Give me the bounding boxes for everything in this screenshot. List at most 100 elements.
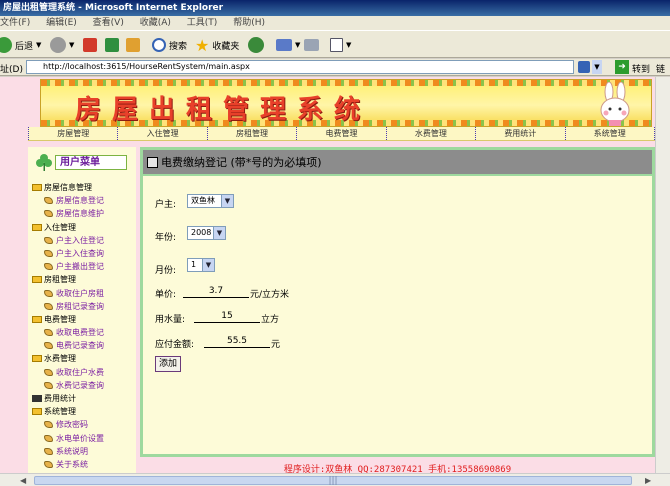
printer-icon bbox=[304, 39, 319, 51]
add-button[interactable]: 添加 bbox=[155, 356, 182, 372]
banner-title-part2: 管理系统 bbox=[223, 95, 372, 125]
address-input[interactable]: http://localhost:3615/HourseRentSystem/m… bbox=[26, 60, 574, 74]
sidebar-group[interactable]: 费用统计 bbox=[30, 392, 136, 405]
mail-icon bbox=[276, 39, 292, 51]
month-select[interactable]: 1 ▼ bbox=[187, 258, 215, 272]
usage-label: 用水量: bbox=[155, 315, 186, 325]
sidebar-item[interactable]: 户主入住查询 bbox=[30, 247, 136, 260]
sidebar-item[interactable]: 收取电费登记 bbox=[30, 326, 136, 339]
sidebar-item[interactable]: 水费记录查询 bbox=[30, 379, 136, 392]
owner-label: 户主: bbox=[155, 200, 177, 210]
sidebar-label: 关于系统 bbox=[56, 459, 88, 469]
menu-file[interactable]: 文件(F) bbox=[0, 18, 30, 28]
sidebar-group[interactable]: 系统管理 bbox=[30, 405, 136, 418]
sidebar-item[interactable]: 系统说明 bbox=[30, 445, 136, 458]
address-dropdown-button[interactable]: ▼ bbox=[592, 60, 602, 74]
address-url: http://localhost:3615/HourseRentSystem/m… bbox=[43, 62, 250, 71]
horizontal-scrollbar[interactable]: ◀ ||| ▶ bbox=[0, 473, 670, 486]
nav-house[interactable]: 房屋管理 bbox=[28, 127, 117, 140]
sidebar-item[interactable]: 房租记录查询 bbox=[30, 300, 136, 313]
sidebar-group[interactable]: 水费管理 bbox=[30, 352, 136, 365]
sidebar-item[interactable]: 关于系统 bbox=[30, 458, 136, 471]
scroll-thumb[interactable]: ||| bbox=[34, 476, 632, 486]
home-button[interactable] bbox=[126, 36, 140, 54]
sidebar-group[interactable]: 入住管理 bbox=[30, 221, 136, 234]
mail-button[interactable]: ▼ bbox=[276, 36, 300, 54]
sidebar-label: 电费管理 bbox=[44, 314, 76, 324]
sidebar-label: 房屋信息维护 bbox=[56, 209, 104, 219]
owner-select[interactable]: 双鱼林 ▼ bbox=[187, 194, 234, 208]
history-button[interactable] bbox=[248, 36, 264, 54]
link-icon bbox=[44, 460, 53, 468]
refresh-button[interactable] bbox=[105, 36, 119, 54]
nav-checkin[interactable]: 入住管理 bbox=[117, 127, 206, 140]
print-button[interactable] bbox=[304, 36, 319, 54]
banner-title: 房屋出租管理系统 bbox=[75, 89, 371, 126]
sidebar-item[interactable]: 户主搬出登记 bbox=[30, 260, 136, 273]
favorites-button[interactable]: ★ 收藏夹 bbox=[195, 36, 239, 55]
sidebar-group[interactable]: 房屋信息管理 bbox=[30, 181, 136, 194]
price-label: 单价: bbox=[155, 290, 177, 300]
edit-button[interactable]: ▼ bbox=[330, 36, 351, 54]
go-button[interactable]: 转到 bbox=[632, 62, 650, 75]
link-icon bbox=[44, 329, 53, 337]
sidebar-group[interactable]: 电费管理 bbox=[30, 313, 136, 326]
search-button[interactable]: 搜索 bbox=[152, 36, 187, 54]
nav-system[interactable]: 系统管理 bbox=[564, 127, 655, 140]
sidebar-label: 户主搬出登记 bbox=[56, 262, 104, 272]
nav-water[interactable]: 水费管理 bbox=[385, 127, 475, 140]
form-title: 电费缴纳登记 (带*号的为必填项) bbox=[161, 156, 322, 169]
vertical-scrollbar[interactable] bbox=[655, 77, 670, 473]
usage-input[interactable]: 15 bbox=[194, 310, 260, 323]
menu-help[interactable]: 帮助(H) bbox=[233, 18, 265, 28]
sidebar-label: 水费管理 bbox=[44, 354, 76, 364]
sidebar-group[interactable]: 房租管理 bbox=[30, 273, 136, 286]
word-icon bbox=[330, 38, 343, 52]
sidebar-label: 收取住户房租 bbox=[56, 288, 104, 298]
menu-tools[interactable]: 工具(T) bbox=[187, 18, 218, 28]
sidebar-label: 收取住户水费 bbox=[56, 367, 104, 377]
main-nav: 房屋管理 入住管理 房租管理 电费管理 水费管理 费用统计 系统管理 bbox=[28, 127, 655, 141]
sidebar-label: 户主入住登记 bbox=[56, 235, 104, 245]
sidebar-item[interactable]: 收取住户水费 bbox=[30, 366, 136, 379]
sidebar-item[interactable]: 修改密码 bbox=[30, 418, 136, 431]
go-arrow-icon[interactable]: ➜ bbox=[615, 60, 629, 74]
sidebar-item[interactable]: 房屋信息维护 bbox=[30, 207, 136, 220]
sidebar-item[interactable]: 房屋信息登记 bbox=[30, 194, 136, 207]
link-icon bbox=[44, 210, 53, 218]
chevron-down-icon: ▼ bbox=[202, 259, 214, 271]
forward-button[interactable]: ▼ bbox=[50, 36, 74, 54]
menu-edit[interactable]: 编辑(E) bbox=[46, 18, 77, 28]
year-select[interactable]: 2008 ▼ bbox=[187, 226, 226, 240]
sidebar-item[interactable]: 电费记录查询 bbox=[30, 339, 136, 352]
folder-icon bbox=[32, 408, 42, 416]
sidebar-label: 水费记录查询 bbox=[56, 380, 104, 390]
price-input[interactable]: 3.7 bbox=[183, 285, 249, 298]
sidebar-label: 水电单价设置 bbox=[56, 433, 104, 443]
scroll-left-icon[interactable]: ◀ bbox=[20, 476, 26, 485]
price-unit: 元/立方米 bbox=[250, 290, 290, 300]
sidebar-item[interactable]: 收取住户房租 bbox=[30, 287, 136, 300]
back-button[interactable]: 后退 ▼ bbox=[0, 36, 41, 54]
form-header: 电费缴纳登记 (带*号的为必填项) bbox=[143, 150, 652, 176]
sidebar-label: 房租记录查询 bbox=[56, 301, 104, 311]
chevron-down-icon: ▼ bbox=[213, 227, 225, 239]
link-icon bbox=[44, 289, 53, 297]
month-value: 1 bbox=[191, 260, 197, 269]
nav-rent[interactable]: 房租管理 bbox=[206, 127, 296, 140]
sidebar-item[interactable]: 水电单价设置 bbox=[30, 432, 136, 445]
chevron-down-icon: ▼ bbox=[346, 41, 352, 49]
menu-tree: 房屋信息管理 房屋信息登记 房屋信息维护入住管理 户主入住登记户主入住查询 户主搬出登记… bbox=[30, 181, 136, 471]
sidebar-item[interactable]: 户主入住登记 bbox=[30, 234, 136, 247]
amount-label: 应付金额: bbox=[155, 340, 195, 350]
menu-view[interactable]: 查看(V) bbox=[93, 18, 124, 28]
scroll-right-icon[interactable]: ▶ bbox=[645, 476, 651, 485]
year-label: 年份: bbox=[155, 233, 177, 243]
menu-favorites[interactable]: 收藏(A) bbox=[140, 18, 171, 28]
sidebar-label: 房屋信息登记 bbox=[56, 196, 104, 206]
address-bar: 址(D) http://localhost:3615/HourseRentSys… bbox=[0, 59, 670, 88]
nav-electric[interactable]: 电费管理 bbox=[296, 127, 385, 140]
stop-button[interactable] bbox=[83, 36, 97, 54]
amount-input[interactable]: 55.5 bbox=[204, 335, 270, 348]
nav-stats[interactable]: 费用统计 bbox=[475, 127, 564, 140]
